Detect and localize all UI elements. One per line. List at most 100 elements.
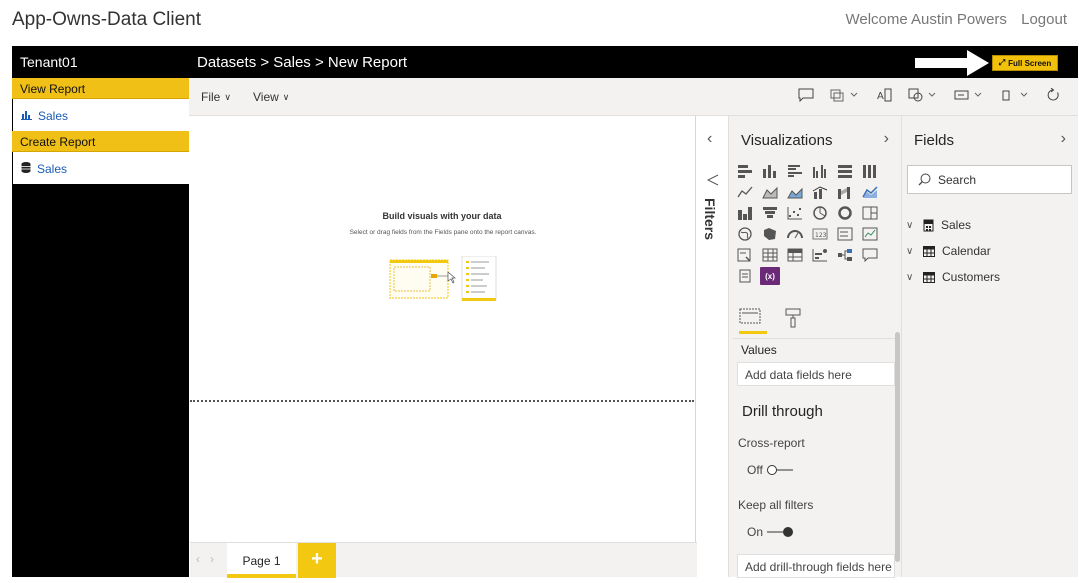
stacked-column-chart-icon[interactable] [760, 162, 780, 180]
values-label: Values [741, 343, 777, 357]
area-chart-icon[interactable] [760, 183, 780, 201]
buttons-icon[interactable] [954, 88, 984, 102]
slicer-icon[interactable] [735, 246, 755, 264]
full-screen-label: Full Screen [1008, 58, 1052, 68]
view-menu[interactable]: View ∨ [253, 90, 289, 104]
chevron-down-icon: ∨ [224, 91, 231, 102]
toggle-on-icon [767, 527, 794, 537]
pie-chart-icon[interactable] [810, 204, 830, 222]
drag-fields-illustration [389, 256, 497, 301]
treemap-icon[interactable] [860, 204, 880, 222]
filled-map-icon[interactable] [760, 225, 780, 243]
clustered-column-chart-icon[interactable] [810, 162, 830, 180]
left-nav: Tenant01 View Report Sales Create Report… [12, 46, 189, 577]
file-menu[interactable]: File ∨ [201, 90, 231, 104]
chevron-down-icon: ∨ [906, 271, 914, 283]
new-visual-icon[interactable] [830, 88, 860, 102]
table-visual-icon[interactable] [760, 246, 780, 264]
add-page-button[interactable]: + [298, 543, 336, 578]
gauge-icon[interactable] [785, 225, 805, 243]
cross-report-label: Cross-report [738, 436, 805, 450]
keep-all-filters-state: On [747, 525, 764, 539]
create-report-sales-label: Sales [37, 162, 68, 176]
chevron-left-icon[interactable]: ‹ [707, 130, 712, 148]
view-report-header: View Report [12, 78, 189, 99]
text-box-icon[interactable]: A [876, 88, 892, 102]
page-nav-arrows[interactable]: ‹› [196, 552, 224, 566]
key-influencers-icon[interactable] [810, 246, 830, 264]
table-row-customers[interactable]: ∨ Customers [906, 264, 1000, 290]
search-placeholder: Search [938, 172, 977, 187]
app-title: App-Owns-Data Client [12, 9, 202, 30]
custom-visual-icon[interactable]: (x) [760, 267, 780, 285]
visualizations-pane: Visualizations › 123 (x) Values Add data… [728, 116, 901, 578]
tab-page-1[interactable]: Page 1 [227, 543, 296, 578]
create-report-header: Create Report [12, 131, 189, 152]
format-paint-roller-icon[interactable] [785, 308, 801, 328]
view-report-sales-link[interactable]: Sales [12, 99, 189, 131]
card-icon[interactable]: 123 [810, 225, 830, 243]
tenant-name: Tenant01 [20, 54, 78, 70]
filters-label[interactable]: Filters [702, 198, 718, 240]
create-report-sales-link[interactable]: Sales [12, 152, 189, 184]
100-stacked-column-chart-icon[interactable] [860, 162, 880, 180]
report-header: Datasets > Sales > New Report ⤢ Full Scr… [189, 46, 1078, 78]
scatter-chart-icon[interactable] [785, 204, 805, 222]
table-row-calendar[interactable]: ∨ Calendar [906, 238, 1000, 264]
fields-pane: Fields › Search ∨ Sales ∨ Calendar ∨ Cus… [901, 116, 1078, 577]
table-icon [923, 271, 935, 283]
fields-title: Fields [914, 132, 955, 149]
refresh-icon[interactable] [1046, 88, 1060, 102]
fields-well-icon[interactable] [739, 308, 761, 324]
line-chart-icon[interactable] [735, 183, 755, 201]
full-screen-button[interactable]: ⤢ Full Screen [992, 55, 1058, 71]
chevron-down-icon: ∨ [906, 219, 914, 231]
user-area: Welcome Austin Powers Logout [835, 11, 1067, 28]
table-row-sales[interactable]: ∨ Sales [906, 212, 1000, 238]
chevron-right-icon[interactable]: › [884, 130, 889, 148]
top-bar: App-Owns-Data Client Welcome Austin Powe… [0, 0, 1079, 40]
fields-search-input[interactable]: Search [907, 165, 1072, 194]
comment-icon[interactable] [798, 88, 814, 102]
table-name-sales: Sales [941, 218, 972, 232]
funnel-chart-icon[interactable] [760, 204, 780, 222]
drill-through-drop-zone[interactable]: Add drill-through fields here [737, 554, 895, 578]
viz-pane-scrollbar[interactable] [895, 332, 900, 562]
active-tab-indicator [739, 331, 767, 334]
report-canvas[interactable]: Build visuals with your data Select or d… [190, 116, 696, 542]
paginated-report-icon[interactable] [735, 267, 755, 285]
multi-row-card-icon[interactable] [835, 225, 855, 243]
donut-chart-icon[interactable] [835, 204, 855, 222]
table-name-calendar: Calendar [942, 244, 991, 258]
line-and-column-chart-icon[interactable] [810, 183, 830, 201]
map-icon[interactable] [735, 225, 755, 243]
cross-report-state: Off [747, 463, 763, 477]
visual-types-grid: 123 (x) [735, 162, 882, 288]
waterfall-chart-icon[interactable] [860, 183, 880, 201]
stacked-area-chart-icon[interactable] [785, 183, 805, 201]
column-chart-icon[interactable] [735, 204, 755, 222]
view-report-sales-label: Sales [38, 109, 69, 123]
shapes-icon[interactable] [908, 88, 938, 102]
expand-icon: ⤢ [998, 58, 1006, 67]
decomposition-tree-icon[interactable] [835, 246, 855, 264]
stacked-bar-chart-icon[interactable] [735, 162, 755, 180]
empty-canvas-title: Build visuals with your data [382, 211, 502, 221]
file-menu-label: File [201, 90, 221, 104]
drill-through-title: Drill through [742, 403, 823, 420]
kpi-icon[interactable] [860, 225, 880, 243]
fields-table-list: ∨ Sales ∨ Calendar ∨ Customers [906, 212, 1000, 290]
100-stacked-bar-chart-icon[interactable] [835, 162, 855, 180]
keep-all-filters-toggle[interactable]: On [747, 525, 794, 539]
page-view-icon[interactable] [1000, 88, 1030, 102]
keep-all-filters-label: Keep all filters [738, 498, 814, 512]
ribbon-chart-icon[interactable] [835, 183, 855, 201]
clustered-bar-chart-icon[interactable] [785, 162, 805, 180]
logout-link[interactable]: Logout [1021, 11, 1067, 28]
matrix-icon[interactable] [785, 246, 805, 264]
welcome-text: Welcome Austin Powers [845, 11, 1007, 28]
values-drop-zone[interactable]: Add data fields here [737, 362, 895, 386]
qna-icon[interactable] [860, 246, 880, 264]
chevron-right-icon[interactable]: › [1061, 130, 1066, 148]
cross-report-toggle[interactable]: Off [747, 463, 794, 477]
